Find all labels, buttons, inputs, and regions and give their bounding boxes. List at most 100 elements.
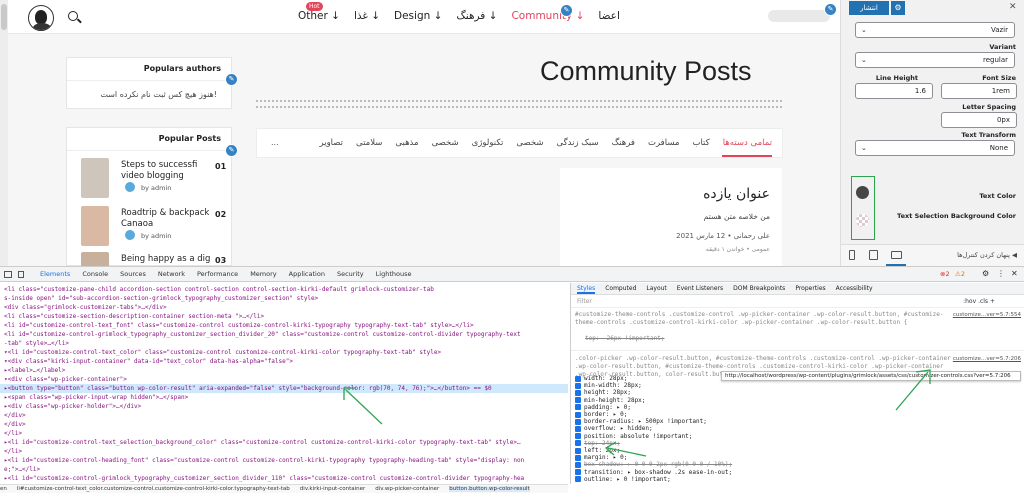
device-toggle-icon[interactable] <box>18 271 24 278</box>
property-checkbox[interactable] <box>575 411 581 418</box>
css-property[interactable]: outline: ▸ 0 !important; <box>575 476 671 484</box>
category-tab[interactable]: سلامتی <box>356 138 382 148</box>
close-icon[interactable]: ✕ <box>1009 2 1017 12</box>
category-tab[interactable]: تصاویر <box>320 138 344 148</box>
dom-node-line[interactable]: <li class="customize-section-description… <box>0 312 568 321</box>
dom-node-line[interactable]: </li> <box>0 429 568 438</box>
menu-item[interactable]: اعضا <box>598 10 620 22</box>
styles-subtab[interactable]: Styles <box>577 283 596 294</box>
category-tab[interactable]: فرهنگ <box>612 138 635 148</box>
inspect-icon[interactable] <box>4 271 12 278</box>
breadcrumb-item[interactable]: button.button.wp-color-result <box>449 486 530 492</box>
property-checkbox[interactable] <box>575 454 581 461</box>
rule-source-link[interactable]: customize…ver=5.7:206 <box>953 355 1021 364</box>
devtools-tab[interactable]: Security <box>337 270 364 278</box>
dom-node-line[interactable]: ▾<li id="customize-control-text_color" c… <box>0 348 568 357</box>
dom-node-line[interactable]: </div> <box>0 420 568 429</box>
styles-subtab[interactable]: Properties <box>795 283 825 294</box>
styles-subtab[interactable]: DOM Breakpoints <box>733 283 785 294</box>
category-tab[interactable]: تمامی دسته‌ها <box>723 138 772 148</box>
dom-node-line[interactable]: ▸<div class="wp-picker-holder">…</div> <box>0 402 568 411</box>
property-checkbox[interactable] <box>575 476 581 483</box>
dom-node-line[interactable]: s-inside open" id="sub-accordion-section… <box>0 294 568 303</box>
close-icon[interactable]: ✕ <box>1011 269 1018 278</box>
category-tab[interactable]: شخصی <box>516 138 543 148</box>
settings-gear-icon[interactable]: ⚙ <box>982 269 989 278</box>
devtools-tab[interactable]: Memory <box>250 270 276 278</box>
mobile-preview-icon[interactable] <box>849 250 855 260</box>
styles-filter[interactable]: Filter:hov .cls + <box>571 296 1024 308</box>
post-card[interactable]: عنوان یازده من خلاصه متن هستم علی رحمانی… <box>560 168 782 266</box>
dom-node-line[interactable]: ▸<label>…</label> <box>0 366 568 375</box>
property-checkbox[interactable] <box>575 425 581 432</box>
warning-count[interactable]: ⚠2 <box>955 270 965 278</box>
dom-node-line[interactable]: ▸<li id="customize-control-grimlock_typo… <box>0 474 568 483</box>
post-title[interactable]: Steps to successfi video blogging <box>121 160 215 182</box>
style-tools[interactable]: :hov .cls + <box>963 296 995 308</box>
styles-subtab[interactable]: Computed <box>605 283 636 294</box>
post-thumbnail[interactable] <box>81 158 109 198</box>
rule-source-link[interactable]: customize…ver=5.7:554 <box>953 311 1021 320</box>
dom-node-line[interactable]: <div class="grimlock-customizer-tabs">…<… <box>0 303 568 312</box>
scrollbar-thumb[interactable] <box>1 4 7 30</box>
category-tab[interactable]: کتاب <box>692 138 709 148</box>
dom-node-line[interactable]: ▸<span class="wp-picker-input-wrap hidde… <box>0 393 568 402</box>
error-count[interactable]: ⊗2 <box>940 270 950 278</box>
post-title[interactable]: عنوان یازده <box>703 186 770 202</box>
edit-pencil-icon[interactable]: ✎ <box>225 73 238 86</box>
devtools-tab[interactable]: Application <box>289 270 325 278</box>
breadcrumb-item[interactable]: li#customize-control-text_color.customiz… <box>17 486 290 492</box>
gear-icon[interactable]: ⚙ <box>891 1 905 15</box>
property-checkbox[interactable] <box>575 397 581 404</box>
popular-post-item[interactable]: Roadtrip & backpack Canaoa 02 by admin <box>81 206 231 250</box>
breadcrumb-item[interactable]: en <box>0 486 7 492</box>
preview-scrollbar[interactable] <box>0 0 8 266</box>
menu-item[interactable]: Community ↓ <box>511 10 584 22</box>
property-checkbox[interactable] <box>575 440 581 447</box>
menu-item[interactable]: فرهنگ ↓ <box>456 10 497 22</box>
dom-node-line[interactable]: ▸<li id="customize-control-text_selectio… <box>0 438 568 447</box>
edit-pencil-icon[interactable]: ✎ <box>560 4 573 17</box>
category-tab[interactable]: سبک زندگی <box>557 138 599 148</box>
post-author[interactable]: by admin <box>141 184 171 192</box>
property-checkbox[interactable] <box>575 375 581 382</box>
dom-node-line[interactable]: <li class="customize-pane-child accordio… <box>0 285 568 294</box>
property-checkbox[interactable] <box>575 404 581 411</box>
font-family-select[interactable]: ⌄ Vazir <box>855 22 1015 38</box>
site-logo[interactable] <box>28 5 54 31</box>
search-icon[interactable] <box>68 11 78 21</box>
dom-node-line[interactable]: <li id="customize-control-grimlock_typog… <box>0 330 568 339</box>
devtools-tab[interactable]: Lighthouse <box>376 270 412 278</box>
post-author[interactable]: by admin <box>141 232 171 240</box>
devtools-tab[interactable]: Performance <box>197 270 238 278</box>
styles-subtab[interactable]: Layout <box>646 283 666 294</box>
text-color-swatch-button[interactable] <box>856 186 869 199</box>
popular-post-item[interactable]: Being happy as a dig 03 <box>81 252 231 266</box>
property-checkbox[interactable] <box>575 382 581 389</box>
category-tab[interactable]: مسافرت <box>648 138 679 148</box>
tablet-preview-icon[interactable] <box>869 250 878 260</box>
more-options-icon[interactable]: ⋮ <box>997 269 1005 278</box>
property-checkbox[interactable] <box>575 433 581 440</box>
property-checkbox[interactable] <box>575 469 581 476</box>
edit-pencil-icon[interactable]: ✎ <box>225 144 238 157</box>
menu-item[interactable]: Design ↓ <box>394 10 442 22</box>
dom-node-line[interactable]: -tab" style>…</li> <box>0 339 568 348</box>
publish-button[interactable]: انتشار <box>849 1 889 15</box>
devtools-tab[interactable]: Console <box>82 270 108 278</box>
property-checkbox[interactable] <box>575 447 581 454</box>
dom-node-line[interactable]: e;">…</li> <box>0 465 568 474</box>
devtools-tab[interactable]: Elements <box>40 270 70 278</box>
breadcrumb-item[interactable]: div.kirki-input-container <box>300 486 365 492</box>
dom-node-line[interactable]: </li> <box>0 447 568 456</box>
dom-node-line[interactable]: ▾<div class="wp-picker-container"> <box>0 375 568 384</box>
styles-subtab[interactable]: Accessibility <box>836 283 873 294</box>
line-height-input[interactable]: 1.6 <box>855 83 933 99</box>
dom-node-line[interactable]: ▸<button type="button" class="button wp-… <box>0 384 568 393</box>
font-size-input[interactable]: 1rem <box>941 83 1017 99</box>
variant-select[interactable]: ⌄ regular <box>855 52 1015 68</box>
property-checkbox[interactable] <box>575 461 581 468</box>
post-thumbnail[interactable] <box>81 252 109 266</box>
menu-item[interactable]: Other ↓ <box>298 10 340 22</box>
desktop-preview-icon[interactable] <box>891 251 902 259</box>
